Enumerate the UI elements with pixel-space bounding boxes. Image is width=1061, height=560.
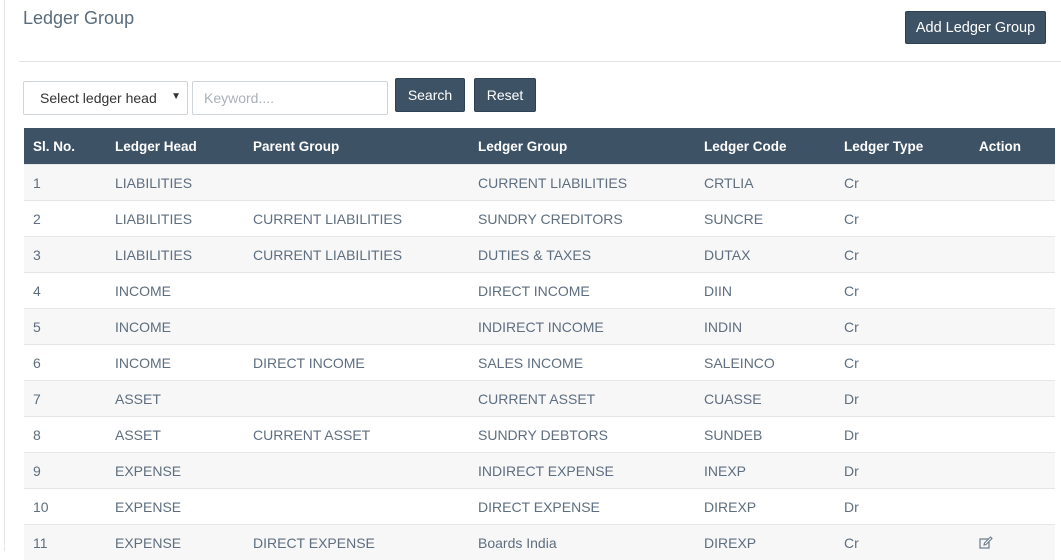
- cell-ledger-type: Dr: [844, 426, 859, 443]
- table-row: 5 INCOME INDIRECT INCOME INDIN Cr: [24, 308, 1055, 344]
- cell-ledger-code: DIREXP: [704, 534, 757, 551]
- cell-ledger-group: DIRECT INCOME: [478, 282, 590, 299]
- table-row: 1 LIABILITIES CURRENT LIABILITIES CRTLIA Cr: [24, 164, 1055, 200]
- cell-ledger-code: DIIN: [704, 282, 732, 299]
- ledger-group-table: Sl. No. Ledger Head Parent Group Ledger …: [24, 128, 1055, 560]
- cell-ledger-code: SALEINCO: [704, 354, 775, 371]
- cell-sl-no: 10: [33, 498, 49, 515]
- cell-ledger-group: Boards India: [478, 534, 557, 551]
- header-divider: [19, 61, 1061, 62]
- cell-ledger-group: DIRECT EXPENSE: [478, 498, 600, 515]
- cell-ledger-head: EXPENSE: [115, 498, 182, 515]
- cell-ledger-type: Dr: [844, 390, 859, 407]
- cell-ledger-head: ASSET: [115, 390, 161, 407]
- header-ledger-head: Ledger Head: [115, 138, 197, 154]
- cell-ledger-type: Cr: [844, 246, 859, 263]
- table-row: 2 LIABILITIES CURRENT LIABILITIES SUNDRY CR…: [24, 200, 1055, 236]
- cell-parent-group: DIRECT INCOME: [253, 354, 365, 371]
- cell-sl-no: 2: [33, 210, 41, 227]
- cell-ledger-type: Cr: [844, 174, 859, 191]
- cell-action: [979, 525, 993, 560]
- cell-ledger-head: LIABILITIES: [115, 174, 193, 191]
- cell-ledger-head: ASSET: [115, 426, 161, 443]
- header-action: Action: [979, 138, 1021, 154]
- cell-parent-group: DIRECT EXPENSE: [253, 534, 375, 551]
- cell-ledger-group: SUNDRY DEBTORS: [478, 426, 608, 443]
- cell-sl-no: 4: [33, 282, 41, 299]
- cell-ledger-code: INDIN: [704, 318, 743, 335]
- cell-ledger-head: INCOME: [115, 318, 171, 335]
- cell-ledger-code: CRTLIA: [704, 174, 754, 191]
- table-row: 8 ASSET CURRENT ASSET SUNDRY DEBTORS SUNDEB D…: [24, 416, 1055, 452]
- cell-ledger-code: DIREXP: [704, 498, 757, 515]
- edit-icon[interactable]: [979, 535, 993, 550]
- left-border: [4, 0, 5, 551]
- header-parent-group: Parent Group: [253, 138, 340, 154]
- cell-ledger-head: LIABILITIES: [115, 246, 193, 263]
- cell-ledger-group: CURRENT LIABILITIES: [478, 174, 628, 191]
- cell-ledger-head: LIABILITIES: [115, 210, 193, 227]
- header-ledger-code: Ledger Code: [704, 138, 787, 154]
- cell-sl-no: 6: [33, 354, 41, 371]
- cell-ledger-code: SUNCRE: [704, 210, 764, 227]
- cell-ledger-code: INEXP: [704, 462, 747, 479]
- header-ledger-type: Ledger Type: [844, 138, 924, 154]
- cell-ledger-code: DUTAX: [704, 246, 751, 263]
- dropdown-arrow-icon: ▼: [171, 91, 181, 102]
- table-row: 6 INCOME DIRECT INCOME SALES INCOME SALEINCO…: [24, 344, 1055, 380]
- cell-sl-no: 8: [33, 426, 41, 443]
- cell-sl-no: 5: [33, 318, 41, 335]
- cell-ledger-group: DUTIES & TAXES: [478, 246, 592, 263]
- cell-ledger-group: INDIRECT INCOME: [478, 318, 604, 335]
- cell-ledger-group: SUNDRY CREDITORS: [478, 210, 623, 227]
- ledger-head-select[interactable]: Select ledger head ▼: [23, 81, 188, 115]
- table-row: 7 ASSET CURRENT ASSET CUASSE Dr: [24, 380, 1055, 416]
- cell-parent-group: CURRENT ASSET: [253, 426, 371, 443]
- reset-button[interactable]: Reset: [474, 78, 536, 112]
- cell-ledger-head: INCOME: [115, 282, 171, 299]
- header-ledger-group: Ledger Group: [478, 138, 568, 154]
- header-sl-no: Sl. No.: [33, 138, 76, 154]
- search-button[interactable]: Search: [395, 78, 465, 112]
- add-ledger-group-button[interactable]: Add Ledger Group: [905, 11, 1046, 44]
- cell-ledger-head: EXPENSE: [115, 534, 182, 551]
- table-header: Sl. No. Ledger Head Parent Group Ledger …: [24, 128, 1055, 164]
- table-body: 1 LIABILITIES CURRENT LIABILITIES CRTLIA Cr 2…: [24, 164, 1055, 560]
- page-title: Ledger Group: [23, 8, 135, 28]
- table-row: 11 EXPENSE DIRECT EXPENSE Boards India DIREX…: [24, 524, 1055, 560]
- cell-sl-no: 3: [33, 246, 41, 263]
- table-row: 10 EXPENSE DIRECT EXPENSE DIREXP Dr: [24, 488, 1055, 524]
- cell-parent-group: CURRENT LIABILITIES: [253, 246, 403, 263]
- cell-sl-no: 7: [33, 390, 41, 407]
- cell-ledger-head: INCOME: [115, 354, 171, 371]
- ledger-head-select-value: Select ledger head: [40, 90, 157, 106]
- cell-ledger-head: EXPENSE: [115, 462, 182, 479]
- cell-ledger-code: SUNDEB: [704, 426, 763, 443]
- table-row: 3 LIABILITIES CURRENT LIABILITIES DUTIES & …: [24, 236, 1055, 272]
- cell-ledger-type: Cr: [844, 534, 859, 551]
- cell-ledger-type: Dr: [844, 462, 859, 479]
- keyword-placeholder: Keyword....: [204, 90, 275, 106]
- cell-ledger-code: CUASSE: [704, 390, 762, 407]
- cell-ledger-type: Dr: [844, 498, 859, 515]
- cell-ledger-group: INDIRECT EXPENSE: [478, 462, 614, 479]
- cell-parent-group: CURRENT LIABILITIES: [253, 210, 403, 227]
- table-row: 4 INCOME DIRECT INCOME DIIN Cr: [24, 272, 1055, 308]
- cell-ledger-type: Cr: [844, 318, 859, 335]
- cell-ledger-type: Cr: [844, 354, 859, 371]
- cell-sl-no: 11: [33, 534, 48, 551]
- cell-sl-no: 1: [33, 174, 41, 191]
- cell-ledger-type: Cr: [844, 282, 859, 299]
- table-row: 9 EXPENSE INDIRECT EXPENSE INEXP Dr: [24, 452, 1055, 488]
- cell-ledger-group: CURRENT ASSET: [478, 390, 596, 407]
- cell-sl-no: 9: [33, 462, 41, 479]
- cell-ledger-type: Cr: [844, 210, 859, 227]
- cell-ledger-group: SALES INCOME: [478, 354, 584, 371]
- keyword-input[interactable]: Keyword....: [192, 81, 388, 115]
